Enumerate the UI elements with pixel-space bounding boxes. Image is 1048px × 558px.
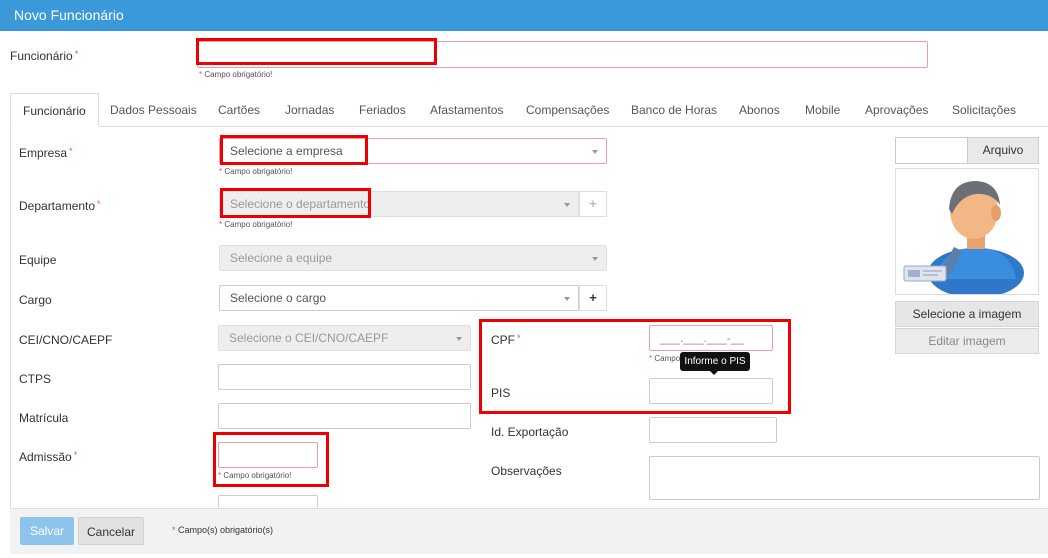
dialog-title: Novo Funcionário bbox=[0, 0, 1048, 31]
departamento-hint: * Campo obrigatório! bbox=[219, 220, 293, 229]
pis-input[interactable] bbox=[649, 378, 773, 404]
departamento-label: Departamento * bbox=[19, 199, 101, 213]
avatar bbox=[895, 168, 1039, 298]
tab-mobile[interactable]: Mobile bbox=[805, 93, 840, 127]
cei-label: CEI/CNO/CAEPF bbox=[19, 333, 113, 347]
tab-content-panel bbox=[10, 127, 1048, 508]
cpf-input[interactable]: ___.___.___-__ bbox=[649, 325, 773, 351]
edit-image-button[interactable]: Editar imagem bbox=[895, 328, 1039, 354]
tab-feriados[interactable]: Feriados bbox=[359, 93, 406, 127]
required-note: * Campo(s) obrigatório(s) bbox=[172, 525, 274, 535]
funcionario-input[interactable] bbox=[197, 41, 928, 68]
arquivo-button[interactable]: Arquivo bbox=[967, 138, 1038, 163]
footer-bar bbox=[10, 508, 1048, 554]
select-image-button[interactable]: Selecione a imagem bbox=[895, 301, 1039, 327]
equipe-label: Equipe bbox=[19, 253, 57, 267]
departamento-select[interactable]: Selecione o departamento bbox=[219, 191, 579, 217]
funcionario-label: Funcionário * bbox=[10, 49, 79, 63]
ctps-label: CTPS bbox=[19, 372, 52, 386]
tab-compensacoes[interactable]: Compensações bbox=[526, 93, 609, 127]
save-button[interactable]: Salvar bbox=[20, 517, 74, 545]
tab-solicitacoes[interactable]: Solicitações bbox=[952, 93, 1016, 127]
pis-label: PIS bbox=[491, 386, 511, 400]
matricula-label: Matrícula bbox=[19, 411, 69, 425]
next-field-input[interactable] bbox=[218, 495, 318, 508]
empresa-select[interactable]: Selecione a empresa bbox=[219, 138, 607, 164]
observacoes-textarea[interactable] bbox=[649, 456, 1040, 500]
cei-select[interactable]: Selecione o CEI/CNO/CAEPF bbox=[218, 325, 471, 351]
photo-file-input[interactable]: Arquivo bbox=[895, 137, 1039, 164]
tab-afastamentos[interactable]: Afastamentos bbox=[430, 93, 503, 127]
tab-jornadas[interactable]: Jornadas bbox=[285, 93, 334, 127]
tab-abonos[interactable]: Abonos bbox=[739, 93, 780, 127]
tab-bar: Funcionário Dados Pessoais Cartões Jorna… bbox=[10, 93, 1048, 127]
cpf-label: CPF * bbox=[491, 333, 521, 347]
cargo-select[interactable]: Selecione o cargo bbox=[219, 285, 579, 311]
empresa-hint: * Campo obrigatório! bbox=[219, 167, 293, 176]
id-exportacao-label: Id. Exportação bbox=[491, 425, 569, 439]
empresa-label: Empresa * bbox=[19, 146, 73, 160]
user-avatar-icon bbox=[903, 181, 1024, 298]
cancel-button[interactable]: Cancelar bbox=[78, 517, 144, 545]
tab-funcionario[interactable]: Funcionário bbox=[10, 93, 99, 127]
tab-banco-de-horas[interactable]: Banco de Horas bbox=[631, 93, 717, 127]
equipe-select[interactable]: Selecione a equipe bbox=[219, 245, 607, 271]
observacoes-label: Observações bbox=[491, 464, 562, 478]
tab-cartoes[interactable]: Cartões bbox=[218, 93, 260, 127]
cargo-label: Cargo bbox=[19, 293, 52, 307]
id-exportacao-input[interactable] bbox=[649, 417, 777, 443]
add-departamento-button[interactable]: + bbox=[579, 191, 607, 217]
matricula-input[interactable] bbox=[218, 403, 471, 429]
ctps-input[interactable] bbox=[218, 364, 471, 390]
admissao-label: Admissão * bbox=[19, 450, 78, 464]
cpf-hint: * Campo bbox=[649, 354, 681, 363]
pis-tooltip: Informe o PIS bbox=[680, 352, 750, 375]
tab-aprovacoes[interactable]: Aprovações bbox=[865, 93, 928, 127]
admissao-hint: * Campo obrigatório! bbox=[218, 471, 292, 480]
funcionario-hint: * Campo obrigatório! bbox=[199, 70, 273, 79]
admissao-input[interactable] bbox=[218, 442, 318, 468]
add-cargo-button[interactable]: + bbox=[579, 285, 607, 311]
tab-dados-pessoais[interactable]: Dados Pessoais bbox=[110, 93, 197, 127]
